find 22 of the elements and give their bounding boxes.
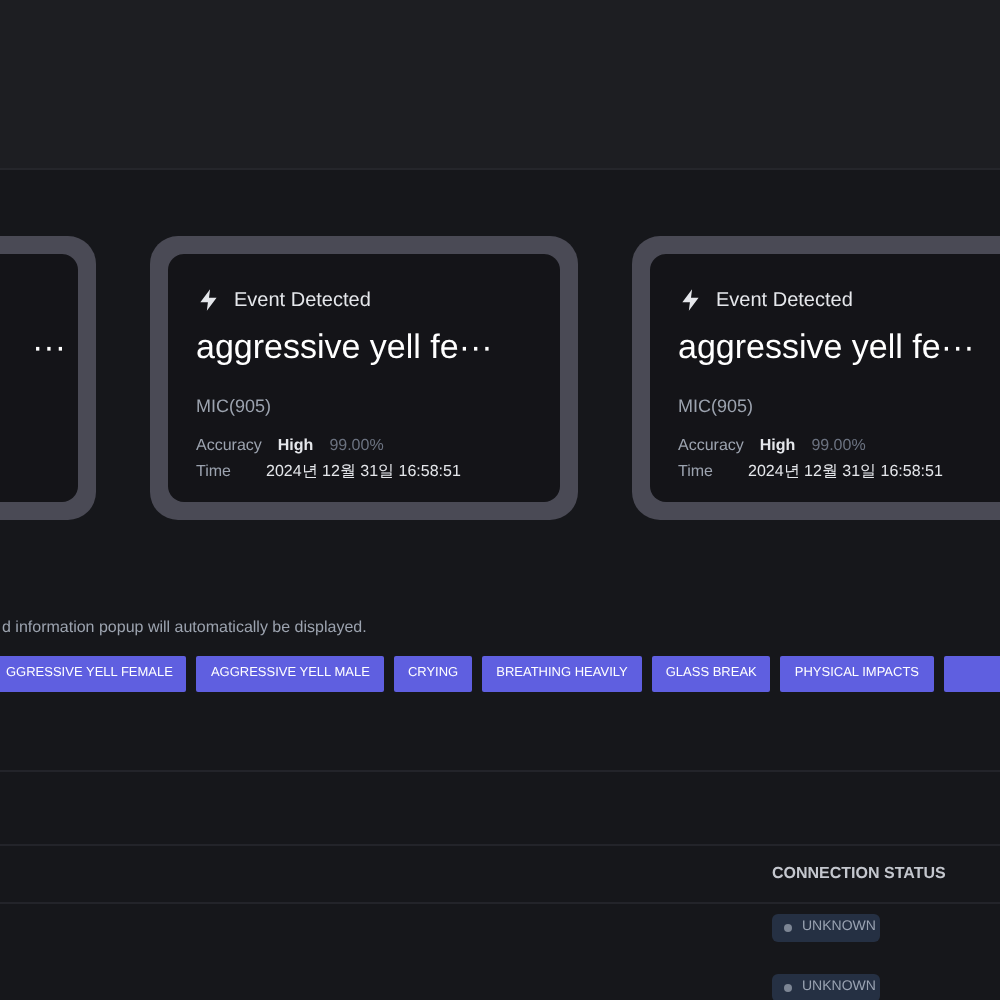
time-label: Time	[678, 459, 715, 483]
accuracy-level: High	[759, 433, 796, 457]
card-header: Event Detected	[234, 287, 371, 315]
event-title: ···	[32, 326, 66, 370]
accuracy-label: Accuracy	[678, 433, 744, 457]
source-label: MIC(905)	[196, 394, 274, 420]
time-value: 2024년 12월 31일 16:58:51	[748, 459, 943, 483]
sound-tag[interactable]	[943, 656, 1000, 692]
notice-text: d information popup will automatically be displayed.	[2, 616, 367, 640]
accuracy-level: High	[277, 433, 314, 457]
accuracy-value: 99.00%	[329, 433, 384, 457]
event-title: aggressive yell fe···	[196, 328, 493, 366]
time-label: Time	[196, 459, 233, 483]
card-header: Event Detected	[716, 287, 853, 315]
source-label: MIC(905)	[678, 394, 756, 420]
column-header: CONNECTION STATUS	[772, 862, 946, 886]
accuracy-value: 99.00%	[811, 433, 866, 457]
lightning-icon	[678, 286, 704, 314]
time-value: 2024년 12월 31일 16:58:51	[266, 459, 461, 483]
lightning-icon	[196, 286, 222, 314]
accuracy-label: Accuracy	[196, 433, 262, 457]
event-title: aggressive yell fe···	[678, 328, 975, 366]
